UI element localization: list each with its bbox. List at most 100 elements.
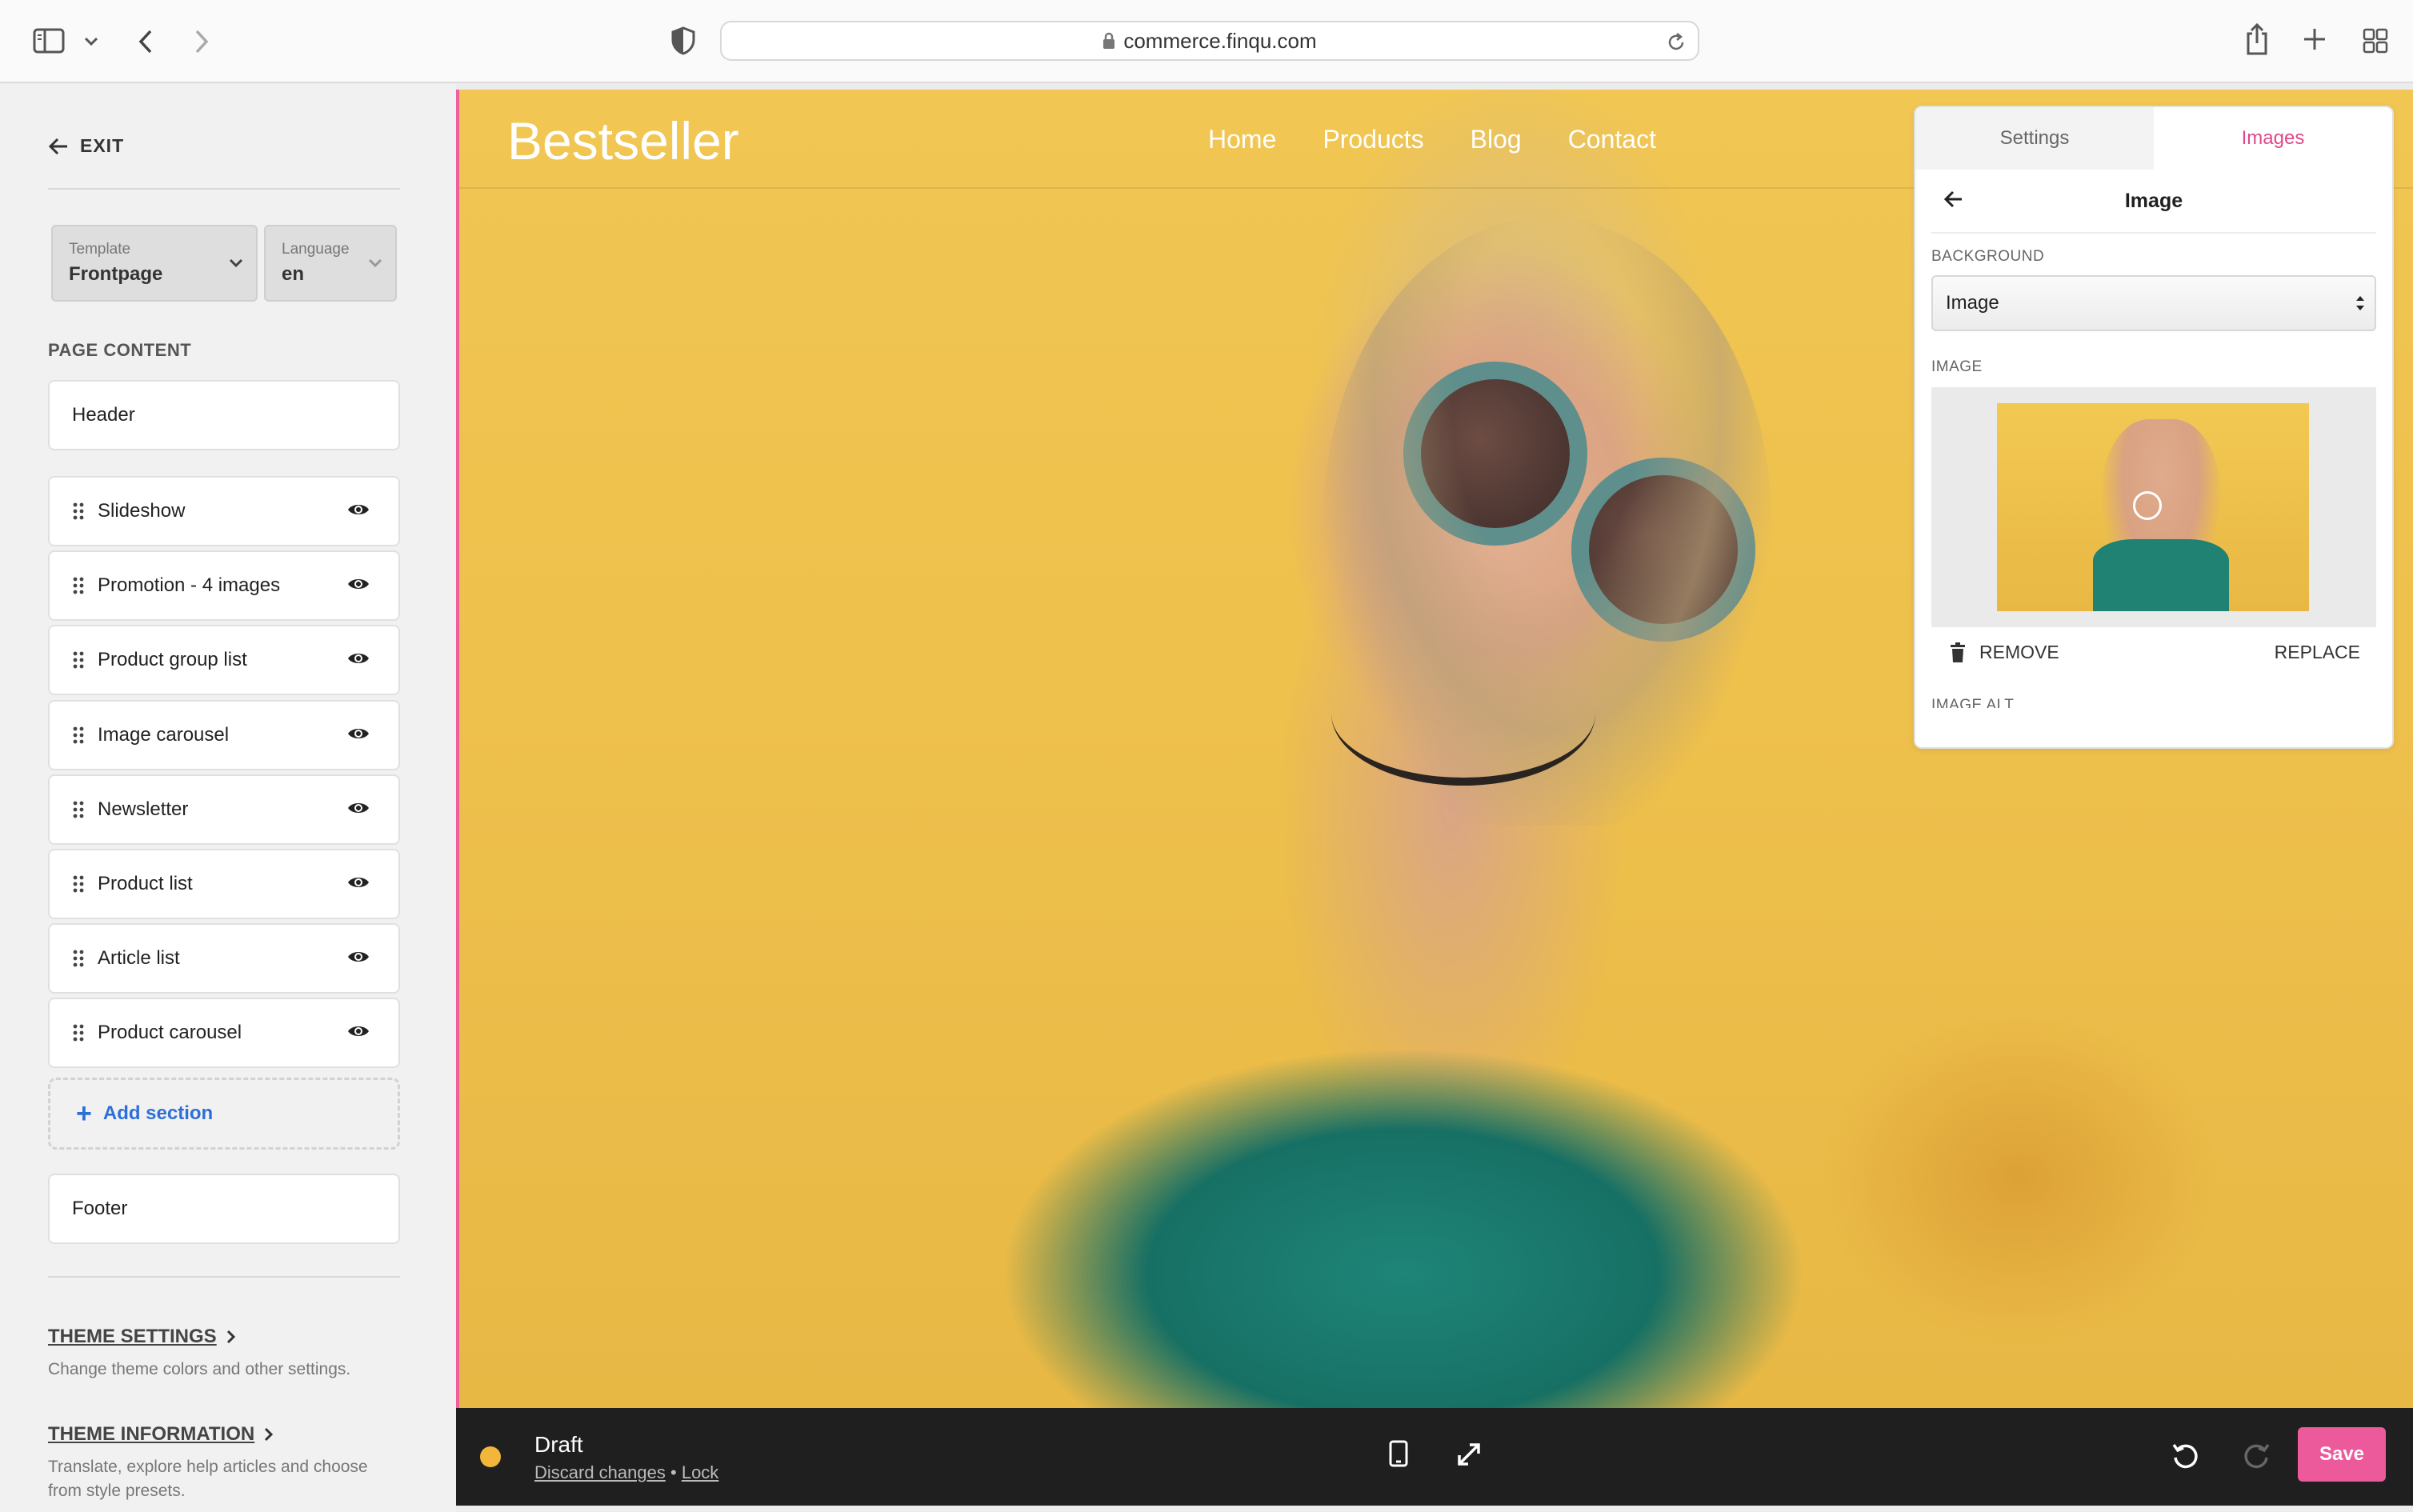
exit-label: EXIT — [80, 135, 125, 156]
panel-tabs: Settings Images — [1915, 107, 2392, 170]
image-thumbnail[interactable] — [1997, 403, 2309, 611]
section-item[interactable]: Promotion - 4 images — [48, 550, 400, 621]
theme-information-description: Translate, explore help articles and cho… — [48, 1458, 368, 1500]
section-item-label: Product carousel — [98, 1022, 242, 1043]
tab-settings[interactable]: Settings — [1915, 107, 2154, 170]
back-arrow-icon[interactable] — [136, 27, 155, 56]
section-item[interactable]: Newsletter — [48, 774, 400, 845]
status-label: Draft — [534, 1432, 583, 1457]
chevron-right-icon — [226, 1330, 236, 1344]
choker — [1331, 642, 1595, 786]
section-item[interactable]: Slideshow — [48, 476, 400, 546]
template-select[interactable]: Template Frontpage — [51, 225, 258, 302]
section-item[interactable]: Product list — [48, 849, 400, 919]
nav-item-home[interactable]: Home — [1208, 125, 1276, 154]
redo-icon[interactable] — [2242, 1442, 2271, 1470]
image-actions: REMOVE REPLACE — [1949, 642, 2360, 663]
back-arrow-icon[interactable] — [1944, 190, 1963, 208]
theme-settings-title: THEME SETTINGS — [48, 1326, 217, 1347]
drag-handle-icon[interactable] — [72, 801, 85, 818]
discard-changes-link[interactable]: Discard changes — [534, 1462, 666, 1482]
eye-icon[interactable] — [347, 576, 370, 592]
drag-handle-icon[interactable] — [72, 726, 85, 744]
tab-images[interactable]: Images — [2154, 107, 2392, 170]
section-item-label: Newsletter — [98, 798, 189, 820]
theme-settings-description: Change theme colors and other settings. — [48, 1360, 351, 1378]
footer-section-label: Footer — [72, 1198, 128, 1219]
section-item-label: Product list — [98, 873, 193, 894]
chevron-down-icon[interactable] — [83, 34, 99, 50]
nav-item-products[interactable]: Products — [1323, 125, 1423, 154]
shield-icon[interactable] — [669, 26, 698, 56]
drag-handle-icon[interactable] — [72, 1024, 85, 1042]
image-label: IMAGE — [1931, 358, 1983, 375]
drag-handle-icon[interactable] — [72, 875, 85, 893]
eye-icon[interactable] — [347, 800, 370, 816]
thumbnail-top — [2093, 539, 2229, 611]
nav-item-blog[interactable]: Blog — [1471, 125, 1522, 154]
eye-icon[interactable] — [347, 650, 370, 666]
section-item-label: Slideshow — [98, 500, 186, 522]
share-icon[interactable] — [2243, 21, 2271, 58]
select-arrows-icon — [2355, 293, 2365, 314]
forward-arrow-icon[interactable] — [192, 27, 211, 56]
header-section[interactable]: Header — [48, 380, 400, 450]
mobile-preview-icon[interactable] — [1389, 1440, 1408, 1467]
focal-point-icon[interactable] — [2133, 491, 2162, 520]
address-bar[interactable]: commerce.finqu.com — [720, 21, 1699, 61]
fullscreen-icon[interactable] — [1456, 1442, 1482, 1467]
wall-shadow — [1819, 1010, 2219, 1346]
section-item[interactable]: Product carousel — [48, 998, 400, 1068]
panel-title: Image — [2124, 189, 2183, 212]
exit-button[interactable]: EXIT — [48, 135, 124, 157]
section-item-label: Image carousel — [98, 724, 230, 746]
drag-handle-icon[interactable] — [72, 950, 85, 967]
add-section-button[interactable]: + Add section — [48, 1078, 400, 1150]
link-separator: • — [670, 1462, 677, 1482]
drag-handle-icon[interactable] — [72, 651, 85, 669]
section-item[interactable]: Product group list — [48, 625, 400, 695]
eye-icon[interactable] — [347, 874, 370, 890]
eye-icon[interactable] — [347, 949, 370, 965]
status-indicator — [480, 1446, 501, 1467]
theme-settings-link[interactable]: THEME SETTINGS — [48, 1326, 236, 1348]
section-item[interactable]: Article list — [48, 923, 400, 994]
lock-icon — [1102, 32, 1115, 50]
eye-icon[interactable] — [347, 502, 370, 518]
save-button[interactable]: Save — [2298, 1427, 2386, 1482]
remove-image-button[interactable]: REMOVE — [1949, 642, 2059, 663]
section-settings-panel: Settings Images Image BACKGROUND Image I… — [1914, 106, 2394, 749]
chevron-down-icon — [368, 258, 382, 268]
eye-icon[interactable] — [347, 726, 370, 742]
image-alt-label: IMAGE ALT — [1931, 697, 2015, 708]
divider — [48, 1276, 400, 1278]
undo-icon[interactable] — [2171, 1442, 2200, 1470]
section-item[interactable]: Image carousel — [48, 700, 400, 770]
nav-item-contact[interactable]: Contact — [1568, 125, 1656, 154]
eye-icon[interactable] — [347, 1023, 370, 1039]
site-logo[interactable]: Bestseller — [507, 110, 739, 171]
new-tab-icon[interactable] — [2301, 26, 2328, 53]
header-section-label: Header — [72, 404, 135, 426]
tab-overview-icon[interactable] — [2362, 27, 2389, 54]
footer-section[interactable]: Footer — [48, 1174, 400, 1244]
page-content-heading: PAGE CONTENT — [48, 340, 192, 360]
template-select-value: Frontpage — [69, 263, 163, 285]
editor-status-bar: Draft Discard changes • Lock Save — [456, 1408, 2413, 1506]
drag-handle-icon[interactable] — [72, 502, 85, 520]
language-select[interactable]: Language en — [264, 225, 397, 302]
draft-actions: Discard changes • Lock — [534, 1462, 718, 1483]
template-select-label: Template — [69, 241, 131, 258]
reload-icon[interactable] — [1666, 32, 1687, 53]
chevron-right-icon — [264, 1427, 274, 1442]
theme-information-link[interactable]: THEME INFORMATION — [48, 1423, 274, 1446]
arrow-left-icon — [48, 138, 67, 154]
divider — [48, 188, 400, 190]
replace-image-button[interactable]: REPLACE — [2275, 642, 2360, 663]
background-select[interactable]: Image — [1931, 275, 2376, 331]
drag-handle-icon[interactable] — [72, 577, 85, 594]
panel-header: Image — [1931, 170, 2376, 234]
sidebar-toggle-icon[interactable] — [32, 27, 66, 54]
lock-link[interactable]: Lock — [682, 1462, 718, 1482]
url-text: commerce.finqu.com — [1123, 28, 1317, 53]
